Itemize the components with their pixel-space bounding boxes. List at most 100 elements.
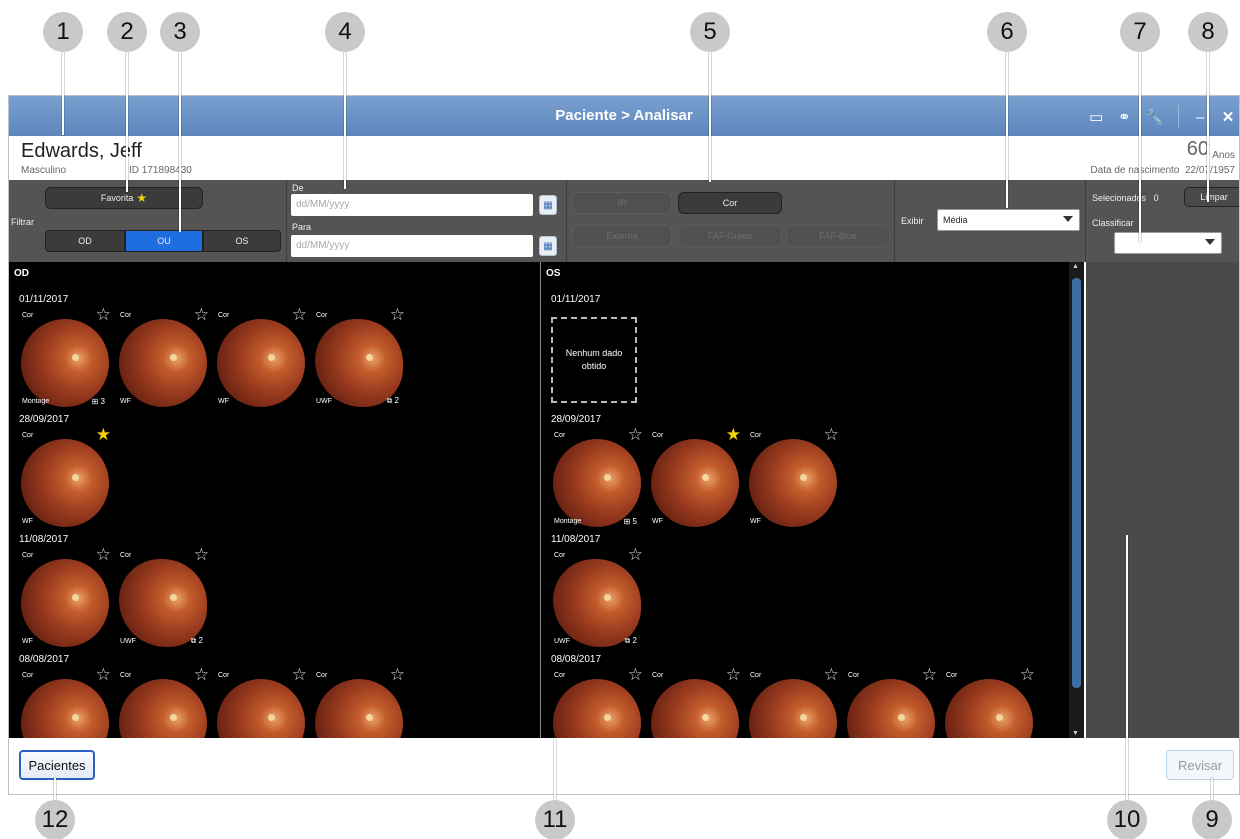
selection-section: Selecionados 0 Limpar Classificar [1086,180,1239,262]
callout-7: 7 [1120,12,1160,52]
favorite-star-icon[interactable]: ☆ [96,305,111,325]
display-mode-select[interactable]: Média [937,209,1080,231]
link-icon[interactable]: ⚭ [1117,108,1131,126]
sort-select[interactable] [1114,232,1222,254]
favorite-star-icon[interactable]: ☆ [824,665,839,685]
favorite-star-icon[interactable]: ☆ [628,425,643,445]
callout-line [1126,535,1128,800]
monitor-icon[interactable]: ▭ [1089,108,1103,126]
favorite-star-icon[interactable]: ★ [726,425,741,445]
eye-segment-ou[interactable]: OU [125,230,203,252]
thumbnail-row: Cor ☆ Cor ☆ Cor ☆ Cor ☆ [19,665,405,738]
wrench-icon[interactable]: 🔧 [1145,108,1164,126]
modality-cor-button[interactable]: Cor [678,192,782,214]
image-thumbnail[interactable]: Cor ☆ Montage ⊞ 5 [551,425,643,527]
to-calendar-icon[interactable]: ▦ [539,236,557,256]
callout-2: 2 [107,12,147,52]
callout-1: 1 [43,12,83,52]
retina-image [749,679,837,738]
retina-image [119,559,207,647]
favorite-star-icon[interactable]: ☆ [628,545,643,565]
scroll-down-icon[interactable]: ▼ [1072,730,1079,737]
image-thumbnail[interactable]: Cor ☆ [747,665,839,738]
image-thumbnail[interactable]: Cor ☆ UWF ⧉ 2 [313,305,405,407]
retina-image [749,439,837,527]
patients-button[interactable]: Pacientes [19,750,95,780]
image-thumbnail[interactable]: Cor ☆ UWF ⧉ 2 [551,545,643,647]
image-thumbnail[interactable]: Cor ☆ WF [215,305,307,407]
clear-button[interactable]: Limpar [1184,187,1239,207]
favorite-star-icon[interactable]: ☆ [194,305,209,325]
favorite-star-icon[interactable]: ☆ [194,545,209,565]
callout-line [1207,52,1209,202]
date-label: 08/08/2017 [19,654,70,665]
image-thumbnail[interactable]: Cor ☆ [215,665,307,738]
image-thumbnail[interactable]: Cor ☆ Montage ⊞ 3 [19,305,111,407]
favorite-star-icon[interactable]: ☆ [194,665,209,685]
review-button[interactable]: Revisar [1166,750,1234,780]
image-thumbnail[interactable]: Cor ★ WF [649,425,741,527]
scroll-up-icon[interactable]: ▲ [1072,263,1079,270]
callout-8: 8 [1188,12,1228,52]
date-group: 08/08/2017 Cor ☆ Cor ☆ Cor ☆ Cor ☆ Cor ☆ [551,654,1035,738]
favorite-star-icon[interactable]: ☆ [726,665,741,685]
favorite-star-icon[interactable]: ☆ [824,425,839,445]
date-label: 08/08/2017 [551,654,602,665]
image-thumbnail[interactable]: Cor ☆ UWF ⧉ 2 [117,545,209,647]
image-thumbnail[interactable]: Cor ☆ [117,665,209,738]
thumbnail-row: Cor ★ WF [19,425,111,527]
patient-age: 60 [1186,138,1209,160]
favorite-star-icon[interactable]: ☆ [1020,665,1035,685]
to-date-input[interactable]: dd/MM/yyyy [291,235,533,257]
date-range-section: De dd/MM/yyyy ▦ Para dd/MM/yyyy ▦ [287,180,567,262]
scrollbar[interactable]: ▲ ▼ [1069,262,1084,738]
from-calendar-icon[interactable]: ▦ [539,195,557,215]
thumbnail-row: Cor ☆ Cor ☆ Cor ☆ Cor ☆ Cor ☆ [551,665,1035,738]
image-thumbnail[interactable]: Cor ☆ [551,665,643,738]
retina-image [651,439,739,527]
modality-ir-button[interactable]: IR [572,192,672,214]
from-date-input[interactable]: dd/MM/yyyy [291,194,533,216]
favorite-star-icon[interactable]: ☆ [96,545,111,565]
favorite-star-icon[interactable]: ☆ [628,665,643,685]
retina-image [21,679,109,738]
capture-mode-label: Montage [554,518,582,525]
patient-age-unit: Anos [1212,150,1235,161]
favorite-star-icon[interactable]: ☆ [390,665,405,685]
image-thumbnail[interactable]: Cor ☆ WF [747,425,839,527]
minimize-icon[interactable]: – [1193,109,1207,126]
stack-icon: ⧉ [386,396,395,405]
eye-segment-od[interactable]: OD [45,230,125,252]
callout-line [344,52,346,189]
date-group: 11/08/2017 Cor ☆ UWF ⧉ 2 [551,534,643,647]
image-thumbnail[interactable]: Cor ☆ [649,665,741,738]
favorite-star-icon[interactable]: ★ [96,425,111,445]
favorite-label: Favorita [100,193,134,203]
favorite-star-icon[interactable]: ☆ [390,305,405,325]
image-thumbnail[interactable]: Cor ☆ [19,665,111,738]
image-thumbnail[interactable]: Cor ☆ WF [19,545,111,647]
close-icon[interactable]: ✕ [1221,108,1235,126]
favorite-star-icon[interactable]: ☆ [292,665,307,685]
image-thumbnail[interactable]: Cor ☆ [943,665,1035,738]
sort-label: Classificar [1092,218,1134,228]
image-thumbnail[interactable]: Cor ☆ [313,665,405,738]
thumbnail-row: Cor ☆ UWF ⧉ 2 [551,545,643,647]
modality-faf-blue-button[interactable]: FAF-Blue [786,225,890,247]
scrollbar-thumb[interactable] [1072,278,1081,688]
modality-externa-button[interactable]: Externa [572,225,672,247]
modality-faf-green-button[interactable]: FAF-Green [678,225,782,247]
callout-4: 4 [325,12,365,52]
favorite-star-icon[interactable]: ☆ [922,665,937,685]
favorite-star-icon[interactable]: ☆ [292,305,307,325]
capture-mode-label: WF [22,638,33,645]
os-header: OS [546,268,561,279]
eye-segment-os[interactable]: OS [203,230,281,252]
retina-image [119,319,207,407]
modality-section: IR Cor Externa FAF-Green FAF-Blue [567,180,895,262]
patient-header: Edwards, Jeff Masculino ID 171898430 60 … [9,136,1239,180]
image-thumbnail[interactable]: Cor ☆ [845,665,937,738]
image-thumbnail[interactable]: Cor ☆ WF [117,305,209,407]
image-thumbnail[interactable]: Cor ★ WF [19,425,111,527]
favorite-star-icon[interactable]: ☆ [96,665,111,685]
